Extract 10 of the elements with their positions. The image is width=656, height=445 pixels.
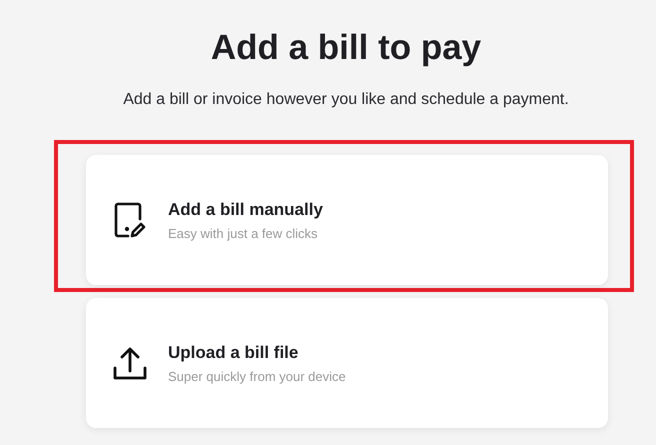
option-description: Super quickly from your device (168, 368, 346, 384)
page-subtitle: Add a bill or invoice however you like and schedule a payment. (123, 90, 569, 110)
option-title: Upload a bill file (168, 342, 300, 364)
option-description: Easy with just a few clicks (168, 224, 319, 242)
option-card[interactable]: Add a bill manually Easy with just a few clicks (86, 155, 608, 285)
tablet-pencil-icon (113, 202, 147, 238)
option-title: Add a bill manually (168, 198, 323, 220)
page-title: Add a bill to pay (210, 27, 482, 69)
upload-icon (112, 345, 148, 381)
option-card[interactable]: Upload a bill file Super quickly from your device (86, 298, 608, 428)
